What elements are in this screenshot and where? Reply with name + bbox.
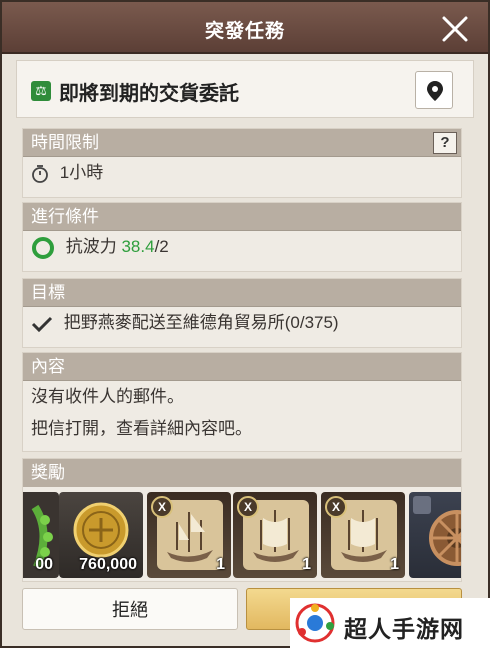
time-limit-header-label: 時間限制 bbox=[31, 133, 99, 152]
reward-item-laurel[interactable]: 00 bbox=[23, 492, 59, 578]
condition-label: 抗波力 bbox=[65, 237, 117, 256]
time-limit-row: 1小時 bbox=[23, 157, 461, 189]
mission-dialog: 突發任務 ⚖ 即將到期的交貨委託 時間限制 ? 1小時 進行條件 抗波力 38.… bbox=[0, 0, 490, 648]
watermark-text: 超人手游网 bbox=[344, 616, 464, 642]
condition-required: /2 bbox=[154, 237, 169, 256]
time-limit-value: 1小時 bbox=[59, 163, 104, 182]
content-section: 內容 沒有收件人的郵件。 把信打開，查看詳細內容吧。 bbox=[22, 352, 462, 452]
reward-qty: 760,000 bbox=[79, 556, 137, 573]
rarity-badge: X bbox=[237, 496, 259, 518]
reward-item-gold[interactable]: 760,000 bbox=[59, 492, 143, 578]
title-bar: 突發任務 bbox=[2, 2, 488, 54]
reward-item-blueprint[interactable]: X 1 bbox=[233, 492, 317, 578]
content-line: 把信打開，查看詳細內容吧。 bbox=[31, 419, 252, 438]
reward-item-blueprint[interactable]: X 1 bbox=[147, 492, 231, 578]
ring-icon bbox=[32, 236, 54, 259]
reward-items: 00 760,000 X 1 X 1 X 1 bbox=[23, 492, 461, 578]
conditions-section: 進行條件 抗波力 38.4/2 bbox=[22, 202, 462, 272]
reward-qty: 00 bbox=[35, 556, 53, 573]
check-icon bbox=[31, 316, 53, 332]
reject-button[interactable]: 拒絕 bbox=[22, 588, 238, 630]
mission-title: 即將到期的交貨委託 bbox=[59, 83, 239, 105]
objective-text: 把野燕麥配送至維德角貿易所(0/375) bbox=[63, 313, 339, 332]
mission-header: ⚖ 即將到期的交貨委託 bbox=[16, 60, 474, 118]
conditions-header: 進行條件 bbox=[23, 203, 461, 231]
dialog-title: 突發任務 bbox=[204, 21, 285, 42]
ship-wheel-icon bbox=[413, 496, 461, 566]
map-pin-icon bbox=[427, 81, 443, 101]
watermark-logo-icon bbox=[295, 603, 335, 643]
reward-item-blueprint[interactable]: X 1 bbox=[321, 492, 405, 578]
content-line: 沒有收件人的郵件。 bbox=[31, 387, 184, 406]
reward-qty: 1 bbox=[302, 556, 311, 573]
site-watermark: 超人手游网 bbox=[290, 598, 490, 648]
objective-row: 把野燕麥配送至維德角貿易所(0/375) bbox=[23, 307, 461, 339]
reward-qty: 1 bbox=[216, 556, 225, 573]
time-limit-section: 時間限制 ? 1小時 bbox=[22, 128, 462, 198]
help-button[interactable]: ? bbox=[433, 132, 457, 154]
rewards-section: 獎勵 00 760,000 X 1 X 1 X 1 bbox=[22, 458, 462, 582]
rarity-badge: X bbox=[151, 496, 173, 518]
objective-section: 目標 把野燕麥配送至維德角貿易所(0/375) bbox=[22, 278, 462, 348]
scales-icon: ⚖ bbox=[31, 81, 51, 101]
condition-current: 38.4 bbox=[121, 237, 155, 256]
objective-header: 目標 bbox=[23, 279, 461, 307]
content-header: 內容 bbox=[23, 353, 461, 381]
time-limit-header: 時間限制 ? bbox=[23, 129, 461, 157]
stopwatch-icon bbox=[32, 164, 48, 183]
location-button[interactable] bbox=[415, 71, 453, 109]
condition-row: 抗波力 38.4/2 bbox=[23, 231, 461, 263]
rarity-badge: X bbox=[325, 496, 347, 518]
reward-item-ship-wheel[interactable] bbox=[409, 492, 461, 578]
close-button[interactable] bbox=[440, 14, 470, 44]
reward-qty: 1 bbox=[390, 556, 399, 573]
rewards-header: 獎勵 bbox=[23, 459, 461, 487]
close-icon bbox=[442, 16, 468, 42]
